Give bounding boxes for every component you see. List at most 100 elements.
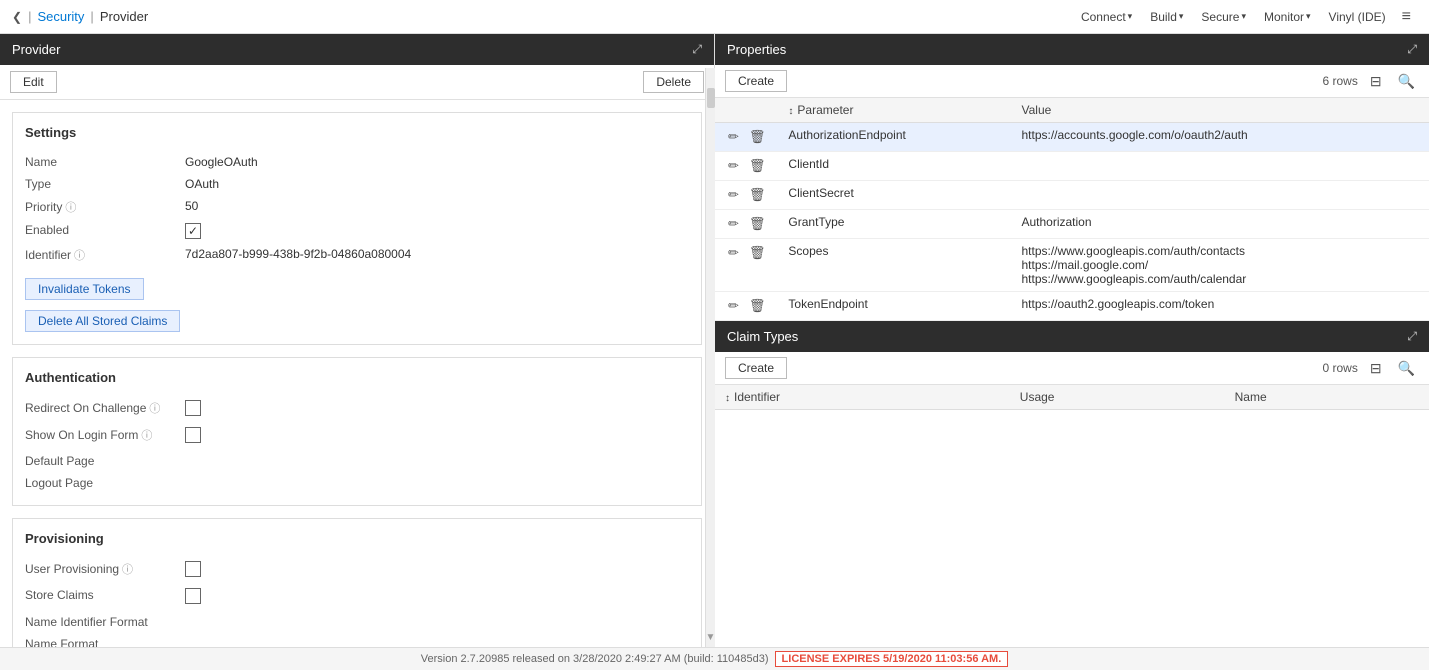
left-panel-scrollbar[interactable]: ▼ [705, 68, 715, 647]
type-label: Type [25, 175, 185, 191]
row-delete-button[interactable]: 🗑 [746, 157, 769, 175]
breadcrumb-security[interactable]: Security [37, 9, 84, 24]
parameter-sort-icon: ↕ [788, 106, 793, 117]
redirect-info-icon[interactable]: ⓘ [149, 400, 160, 416]
row-delete-button[interactable]: 🗑 [746, 244, 769, 262]
properties-table-row: ✏ 🗑 ClientId [715, 152, 1429, 181]
identifier-info-icon[interactable]: ⓘ [74, 247, 85, 263]
name-identifier-format-label: Name Identifier Format [25, 613, 185, 629]
delete-stored-claims-button[interactable]: Delete All Stored Claims [25, 310, 180, 332]
claim-types-header-row: ↕Identifier Usage Name [715, 385, 1429, 410]
parameter-cell: TokenEndpoint [778, 292, 1011, 321]
show-login-label: Show On Login Form ⓘ [25, 425, 185, 443]
row-edit-button[interactable]: ✏ [725, 215, 742, 233]
row-edit-button[interactable]: ✏ [725, 157, 742, 175]
claim-types-toolbar-left: Create [725, 357, 787, 379]
row-edit-button[interactable]: ✏ [725, 186, 742, 204]
properties-search-button[interactable]: 🔍 [1394, 71, 1419, 92]
hamburger-icon[interactable]: ≡ [1396, 4, 1417, 30]
vinyl-menu[interactable]: Vinyl (IDE) [1321, 6, 1394, 28]
user-prov-info-icon[interactable]: ⓘ [122, 561, 133, 577]
row-actions-cell: ✏ 🗑 [715, 152, 778, 181]
row-actions: ✏ 🗑 [725, 215, 768, 233]
show-login-checkbox[interactable] [185, 427, 201, 443]
properties-filter-button[interactable]: ⊟ [1366, 71, 1386, 92]
row-actions-cell: ✏ 🗑 [715, 210, 778, 239]
claim-identifier-header[interactable]: ↕Identifier [715, 385, 1010, 410]
priority-info-icon[interactable]: ⓘ [65, 199, 76, 215]
properties-parameter-header[interactable]: ↕Parameter [778, 98, 1011, 123]
properties-value-header: Value [1011, 98, 1429, 123]
provider-expand-icon[interactable]: ⤢ [692, 42, 702, 57]
secure-menu[interactable]: Secure ▾ [1193, 6, 1254, 28]
value-cell [1011, 152, 1429, 181]
name-format-label: Name Format [25, 635, 185, 647]
field-store-claims: Store Claims [25, 583, 689, 610]
row-edit-button[interactable]: ✏ [725, 128, 742, 146]
properties-toolbar-right: 6 rows ⊟ 🔍 [1322, 71, 1419, 92]
provider-panel: Provider ⤢ Edit Delete Settings Name Goo… [0, 34, 715, 647]
properties-table-row: ✏ 🗑 ClientSecret [715, 181, 1429, 210]
claim-types-toolbar-right: 0 rows ⊟ 🔍 [1322, 358, 1419, 379]
enabled-label: Enabled [25, 221, 185, 237]
value-cell: https://www.googleapis.com/auth/contacts… [1011, 239, 1429, 292]
value-cell: Authorization [1011, 210, 1429, 239]
build-menu[interactable]: Build ▾ [1142, 6, 1191, 28]
type-value: OAuth [185, 175, 219, 191]
provisioning-section: Provisioning User Provisioning ⓘ Store C… [12, 518, 702, 647]
row-delete-button[interactable]: 🗑 [746, 297, 769, 315]
row-actions: ✏ 🗑 [725, 244, 768, 262]
breadcrumb-area: ❮ | Security | Provider [12, 9, 148, 24]
claim-types-expand-icon[interactable]: ⤢ [1407, 329, 1417, 344]
row-delete-button[interactable]: 🗑 [746, 186, 769, 204]
claim-types-filter-button[interactable]: ⊟ [1366, 358, 1386, 379]
identifier-label: Identifier ⓘ [25, 245, 185, 263]
connect-menu[interactable]: Connect ▾ [1073, 6, 1140, 28]
monitor-menu[interactable]: Monitor ▾ [1256, 6, 1319, 28]
invalidate-tokens-button[interactable]: Invalidate Tokens [25, 278, 144, 300]
back-button[interactable]: ❮ [12, 10, 22, 24]
provisioning-section-title: Provisioning [25, 531, 689, 546]
license-badge: LICENSE EXPIRES 5/19/2020 11:03:56 AM. [775, 651, 1009, 667]
claim-types-panel-header: Claim Types ⤢ [715, 321, 1429, 352]
properties-panel-title: Properties [727, 42, 786, 57]
properties-panel: Properties ⤢ Create 6 rows ⊟ 🔍 [715, 34, 1429, 321]
provider-panel-body: Settings Name GoogleOAuth Type OAuth Pri… [0, 100, 714, 647]
parameter-cell: ClientSecret [778, 181, 1011, 210]
delete-button[interactable]: Delete [643, 71, 704, 93]
edit-button[interactable]: Edit [10, 71, 57, 93]
claim-types-table: ↕Identifier Usage Name [715, 385, 1429, 410]
nav-separator2: | [90, 9, 93, 24]
row-actions-cell: ✏ 🗑 [715, 292, 778, 321]
field-name: Name GoogleOAuth [25, 150, 689, 172]
claim-types-search-button[interactable]: 🔍 [1394, 358, 1419, 379]
properties-table-row: ✏ 🗑 Scopeshttps://www.googleapis.com/aut… [715, 239, 1429, 292]
store-claims-checkbox[interactable] [185, 588, 201, 604]
properties-expand-icon[interactable]: ⤢ [1407, 42, 1417, 57]
row-delete-button[interactable]: 🗑 [746, 128, 769, 146]
row-edit-button[interactable]: ✏ [725, 244, 742, 262]
row-delete-button[interactable]: 🗑 [746, 215, 769, 233]
field-name-identifier-format: Name Identifier Format [25, 610, 689, 632]
parameter-cell: AuthorizationEndpoint [778, 123, 1011, 152]
user-provisioning-value [185, 559, 201, 580]
field-show-login-form: Show On Login Form ⓘ [25, 422, 689, 449]
row-edit-button[interactable]: ✏ [725, 297, 742, 315]
properties-create-button[interactable]: Create [725, 70, 787, 92]
properties-panel-header: Properties ⤢ [715, 34, 1429, 65]
priority-value: 50 [185, 197, 198, 213]
properties-actions-header [715, 98, 778, 123]
show-login-info-icon[interactable]: ⓘ [141, 427, 152, 443]
footer: Version 2.7.20985 released on 3/28/2020 … [0, 647, 1429, 670]
user-provisioning-checkbox[interactable] [185, 561, 201, 577]
redirect-challenge-checkbox[interactable] [185, 400, 201, 416]
field-redirect-on-challenge: Redirect On Challenge ⓘ [25, 395, 689, 422]
claim-types-create-button[interactable]: Create [725, 357, 787, 379]
nav-separator: | [28, 9, 31, 24]
enabled-checkbox[interactable]: ✓ [185, 223, 201, 239]
row-actions-cell: ✏ 🗑 [715, 181, 778, 210]
monitor-arrow: ▾ [1306, 11, 1311, 22]
properties-table-header-row: ↕Parameter Value [715, 98, 1429, 123]
row-actions: ✏ 🗑 [725, 186, 768, 204]
build-arrow: ▾ [1179, 11, 1184, 22]
